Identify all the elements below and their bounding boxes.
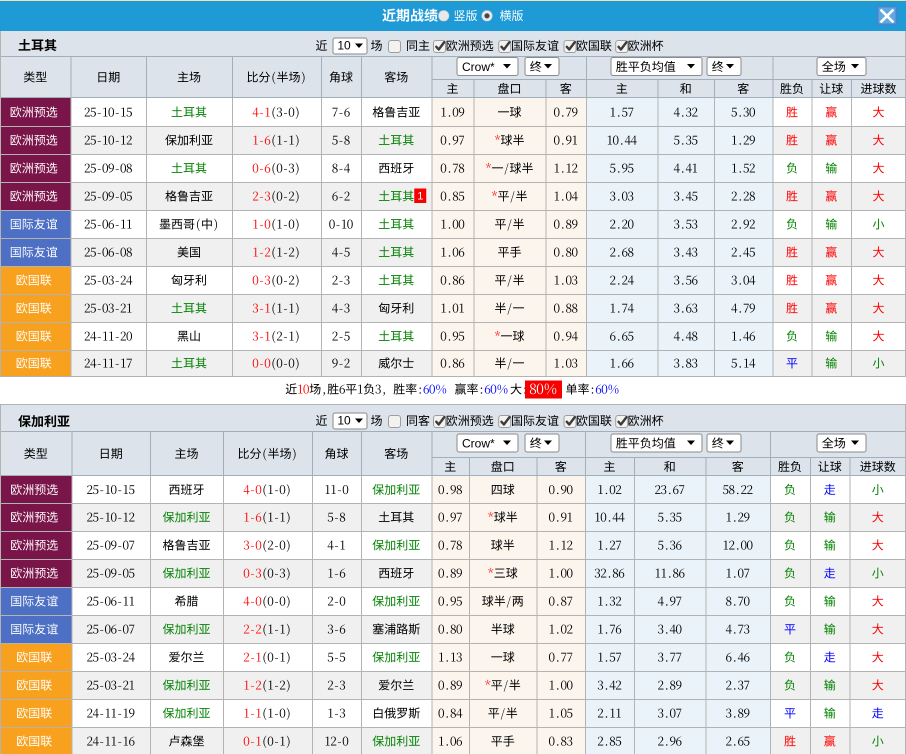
svg-text:10: 10 [337,414,351,428]
svg-text:Crow*: Crow* [462,437,495,451]
svg-text:Crow*: Crow* [462,60,495,74]
svg-text:1: 1 [417,191,423,203]
svg-text:10: 10 [337,39,351,53]
